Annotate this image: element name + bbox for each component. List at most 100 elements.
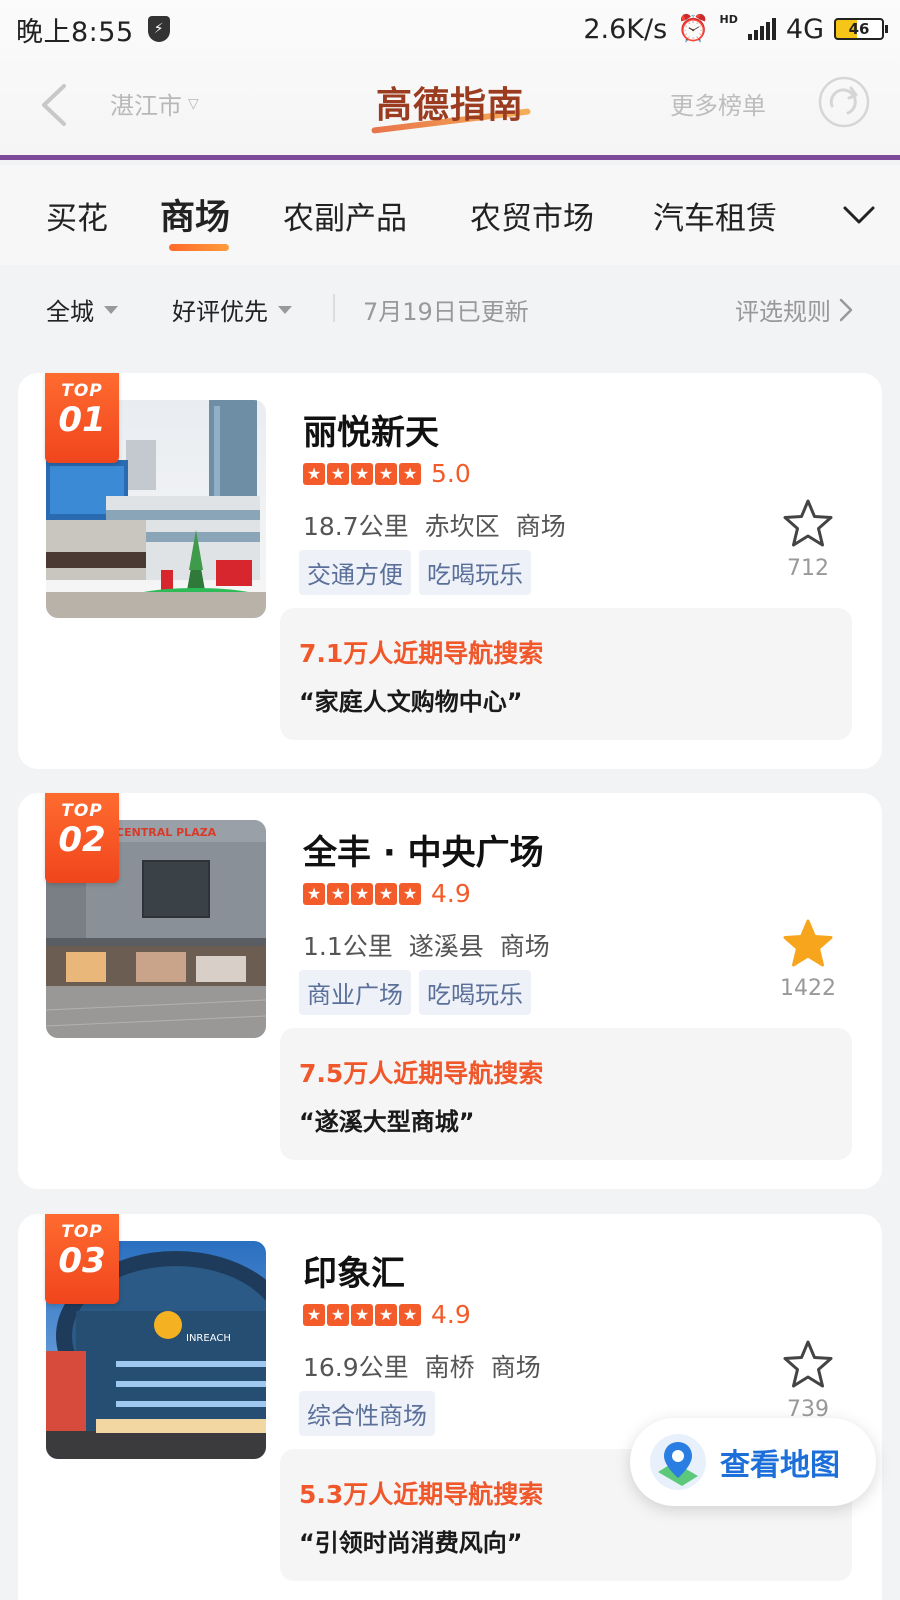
mall-meta: 1.1公里 遂溪县 商场 [303, 927, 550, 963]
search-heat: 7.1万人近期导航搜索 [299, 639, 544, 668]
rank-badge: TOP 02 [45, 793, 119, 883]
tag: 综合性商场 [299, 1391, 435, 1436]
net-speed: 2.6K/s [583, 13, 668, 45]
mall-name[interactable]: 丽悦新天 [303, 405, 439, 454]
rating: ★ ★ ★ ★ ★ 5.0 [303, 459, 471, 488]
tab-farmers-market[interactable]: 农贸市场 [470, 193, 594, 238]
rank-badge: TOP 03 [45, 1214, 119, 1304]
tag: 交通方便 [299, 550, 411, 595]
category: 商场 [515, 512, 566, 541]
district: 遂溪县 [408, 932, 484, 961]
dropdown-triangle-icon [278, 305, 292, 314]
rating-star-icon: ★ [351, 1303, 373, 1326]
list-item[interactable]: CENTRAL PLAZA TOP 02 全丰 · 中央广场 ★ ★ ★ ★ ★… [18, 793, 882, 1189]
filter-bar: 全城 好评优先 7月19日已更新 评选规则 [0, 270, 900, 350]
back-arrow-icon[interactable] [38, 82, 68, 128]
status-bar: 晚上8:55 ⚡ 2.6K/s ⏰ HD 4G 46 [0, 0, 900, 58]
expand-tabs-button[interactable] [818, 185, 900, 245]
view-map-label: 查看地图 [720, 1448, 840, 1483]
active-tab-indicator [169, 244, 229, 251]
rating: ★ ★ ★ ★ ★ 4.9 [303, 1300, 471, 1329]
rating: ★ ★ ★ ★ ★ 4.9 [303, 879, 471, 908]
favorite-button[interactable]: 739 [778, 1339, 838, 1422]
tag-list: 综合性商场 [299, 1391, 435, 1436]
mall-name[interactable]: 印象汇 [303, 1246, 405, 1295]
nav-row: 湛江市 ▽ 高德指南 更多榜单 [0, 62, 900, 148]
photo-sign: INREACH [186, 1333, 231, 1344]
star-filled-icon [783, 919, 833, 967]
rating-star-icon: ★ [375, 882, 397, 905]
rank-number: 02 [58, 820, 106, 860]
battery-icon: 46 [834, 18, 888, 40]
favorite-count: 712 [787, 556, 829, 581]
rating-star-icon: ★ [327, 882, 349, 905]
alarm-icon: ⏰ [677, 14, 710, 44]
area-filter[interactable]: 全城 [46, 292, 118, 327]
tab-buy-flowers[interactable]: 买花 [46, 193, 108, 238]
mall-name[interactable]: 全丰 · 中央广场 [303, 825, 544, 874]
tag-list: 交通方便 吃喝玩乐 [299, 550, 531, 595]
signal-icon [747, 18, 776, 40]
category: 商场 [499, 932, 550, 961]
list-item[interactable]: TOP 01 丽悦新天 ★ ★ ★ ★ ★ 5.0 18.7公里 赤坎区 商场 … [18, 373, 882, 769]
star-outline-icon [783, 1340, 833, 1388]
filter-divider [333, 294, 335, 322]
rating-star-icon: ★ [351, 882, 373, 905]
rating-score: 4.9 [431, 879, 471, 908]
area-filter-label: 全城 [46, 298, 94, 326]
favorite-count: 1422 [780, 976, 836, 1001]
chevron-down-icon [843, 206, 875, 224]
star-outline-icon [783, 499, 833, 547]
status-indicators: 2.6K/s ⏰ HD 4G 46 [583, 12, 888, 45]
rating-star-icon: ★ [375, 462, 397, 485]
highlight-quote: “家庭人文购物中心” [299, 688, 523, 716]
rating-star-icon: ★ [327, 1303, 349, 1326]
city-selector[interactable]: 湛江市 ▽ [110, 86, 199, 121]
update-date: 7月19日已更新 [363, 298, 529, 326]
district: 赤坎区 [424, 512, 500, 541]
favorite-button[interactable]: 712 [778, 498, 838, 581]
district: 南桥 [424, 1353, 475, 1382]
chevron-right-icon [839, 298, 853, 321]
rating-star-icon: ★ [303, 1303, 325, 1326]
search-heat: 5.3万人近期导航搜索 [299, 1480, 544, 1509]
rank-badge-label: TOP [61, 381, 103, 401]
distance: 18.7公里 [303, 512, 409, 541]
tag: 吃喝玩乐 [419, 550, 531, 595]
tag: 吃喝玩乐 [419, 970, 531, 1015]
rating-star-icon: ★ [303, 882, 325, 905]
view-map-button[interactable]: 查看地图 [630, 1418, 876, 1506]
search-heat-box: 7.1万人近期导航搜索 “家庭人文购物中心” [280, 608, 852, 740]
rating-star-icon: ★ [375, 1303, 397, 1326]
rank-number: 01 [58, 400, 106, 440]
rating-star-icon: ★ [399, 882, 421, 905]
favorite-button[interactable]: 1422 [778, 918, 838, 1001]
tab-car-rental[interactable]: 汽车租赁 [653, 193, 777, 238]
tag-list: 商业广场 吃喝玩乐 [299, 970, 531, 1015]
app-logo: 高德指南 [375, 84, 524, 126]
tab-farm-products[interactable]: 农副产品 [283, 193, 407, 238]
sort-filter[interactable]: 好评优先 [172, 292, 292, 327]
rating-star-icon: ★ [399, 1303, 421, 1326]
distance: 16.9公里 [303, 1353, 409, 1382]
network-type: 4G [785, 13, 824, 45]
selection-rules-link[interactable]: 评选规则 [735, 292, 853, 327]
rules-label: 评选规则 [735, 298, 831, 326]
rating-star-icon: ★ [327, 462, 349, 485]
tab-mall[interactable]: 商场 [160, 189, 230, 240]
chevron-down-icon: ▽ [188, 95, 199, 112]
dropdown-triangle-icon [104, 305, 118, 314]
search-heat-box: 7.5万人近期导航搜索 “遂溪大型商城” [280, 1028, 852, 1160]
rank-number: 03 [58, 1241, 106, 1281]
hd-icon: HD [719, 12, 738, 26]
list-item[interactable]: INREACH TOP 03 印象汇 ★ ★ ★ ★ ★ 4.9 16.9公里 … [18, 1214, 882, 1600]
more-lists-link[interactable]: 更多榜单 [670, 86, 766, 121]
city-label: 湛江市 [110, 92, 182, 120]
rank-badge-label: TOP [61, 801, 103, 821]
mall-meta: 18.7公里 赤坎区 商场 [303, 507, 566, 543]
rating-score: 4.9 [431, 1300, 471, 1329]
sort-filter-label: 好评优先 [172, 298, 268, 326]
battery-level: 46 [848, 20, 870, 38]
refresh-icon[interactable] [818, 76, 870, 128]
search-heat: 7.5万人近期导航搜索 [299, 1059, 544, 1088]
